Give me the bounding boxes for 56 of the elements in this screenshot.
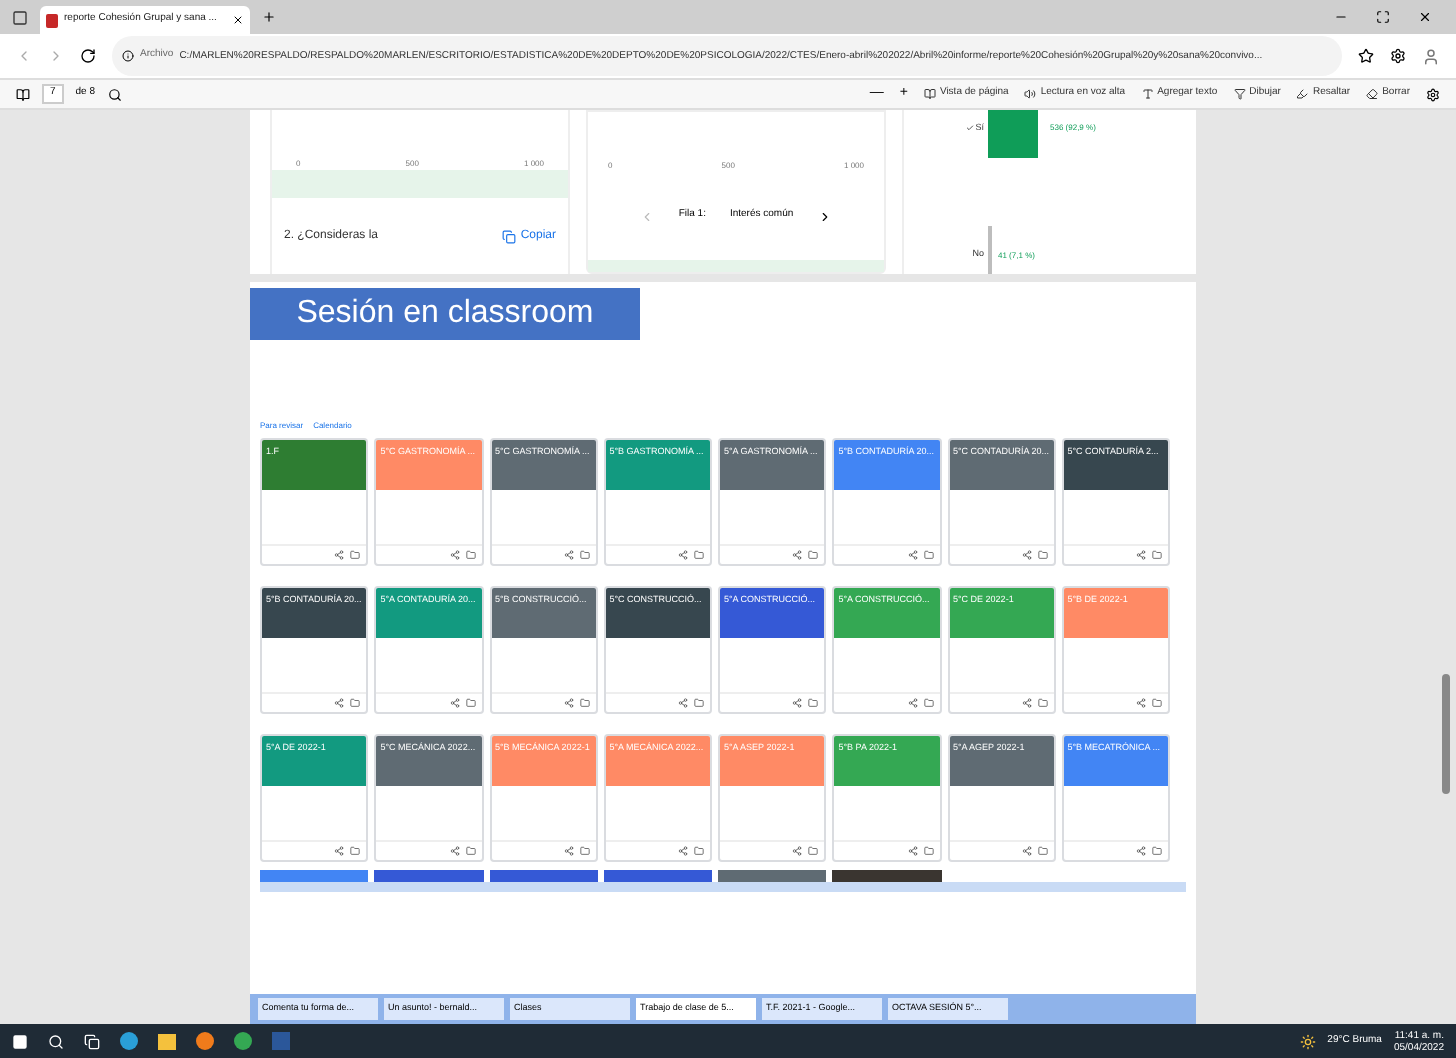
folder-icon[interactable] xyxy=(694,698,704,708)
folder-icon[interactable] xyxy=(1037,698,1048,708)
folder-icon[interactable] xyxy=(808,698,819,708)
folder-icon[interactable] xyxy=(923,846,933,856)
folder-icon[interactable] xyxy=(579,698,590,708)
app-icon[interactable] xyxy=(196,1032,214,1050)
folder-icon[interactable] xyxy=(465,698,475,708)
window-menu-icon[interactable] xyxy=(12,9,28,25)
folder-icon[interactable] xyxy=(808,550,819,560)
start-icon[interactable] xyxy=(12,1033,28,1049)
highlight-tool-icon xyxy=(1296,88,1309,100)
folder-icon[interactable] xyxy=(694,846,704,856)
task-view-icon[interactable] xyxy=(84,1033,100,1049)
contents-icon[interactable] xyxy=(16,87,30,101)
folder-icon[interactable] xyxy=(1037,550,1048,560)
minimize-icon[interactable] xyxy=(1334,10,1348,24)
folder-icon[interactable] xyxy=(923,698,933,708)
folder-icon[interactable] xyxy=(1152,550,1162,560)
section-title: Sesión en classroom xyxy=(250,288,640,340)
folder-icon[interactable] xyxy=(350,550,361,560)
extensions-icon[interactable] xyxy=(1390,48,1406,64)
folder-icon[interactable] xyxy=(465,846,475,856)
folder-icon[interactable] xyxy=(350,698,361,708)
app-icon[interactable] xyxy=(234,1032,252,1050)
folder-icon[interactable] xyxy=(465,550,475,560)
scrollbar-thumb[interactable] xyxy=(1442,674,1450,794)
reload-icon[interactable] xyxy=(80,48,96,64)
app-icon[interactable] xyxy=(120,1032,138,1050)
erase-tool-icon xyxy=(1366,88,1379,100)
folder-icon[interactable] xyxy=(579,550,590,560)
next-icon[interactable] xyxy=(817,209,832,223)
weather-icon xyxy=(1299,1033,1316,1049)
folder-icon[interactable] xyxy=(1152,846,1162,856)
restore-icon[interactable] xyxy=(1376,10,1390,24)
folder-icon[interactable] xyxy=(1037,846,1048,856)
new-tab-icon[interactable] xyxy=(262,10,276,24)
folder-icon[interactable] xyxy=(158,1033,176,1049)
copy-icon xyxy=(502,229,517,243)
folder-icon[interactable] xyxy=(923,550,933,560)
close-icon[interactable] xyxy=(232,14,244,26)
pdf-icon xyxy=(46,13,58,27)
check-icon xyxy=(965,124,974,133)
profile-icon[interactable] xyxy=(1422,47,1440,65)
info-icon xyxy=(122,50,134,62)
search-icon[interactable] xyxy=(107,87,122,101)
settings-icon[interactable] xyxy=(1426,87,1440,101)
folder-icon[interactable] xyxy=(1152,698,1162,708)
text-tool-icon xyxy=(1141,88,1154,100)
folder-icon[interactable] xyxy=(350,846,361,856)
folder-icon[interactable] xyxy=(808,846,819,856)
close-icon[interactable] xyxy=(1418,10,1432,24)
folder-icon[interactable] xyxy=(579,846,590,856)
favorite-icon[interactable] xyxy=(1358,48,1374,64)
read-tool-icon xyxy=(1024,88,1037,100)
view-tool-icon xyxy=(923,88,936,100)
folder-icon[interactable] xyxy=(694,550,704,560)
